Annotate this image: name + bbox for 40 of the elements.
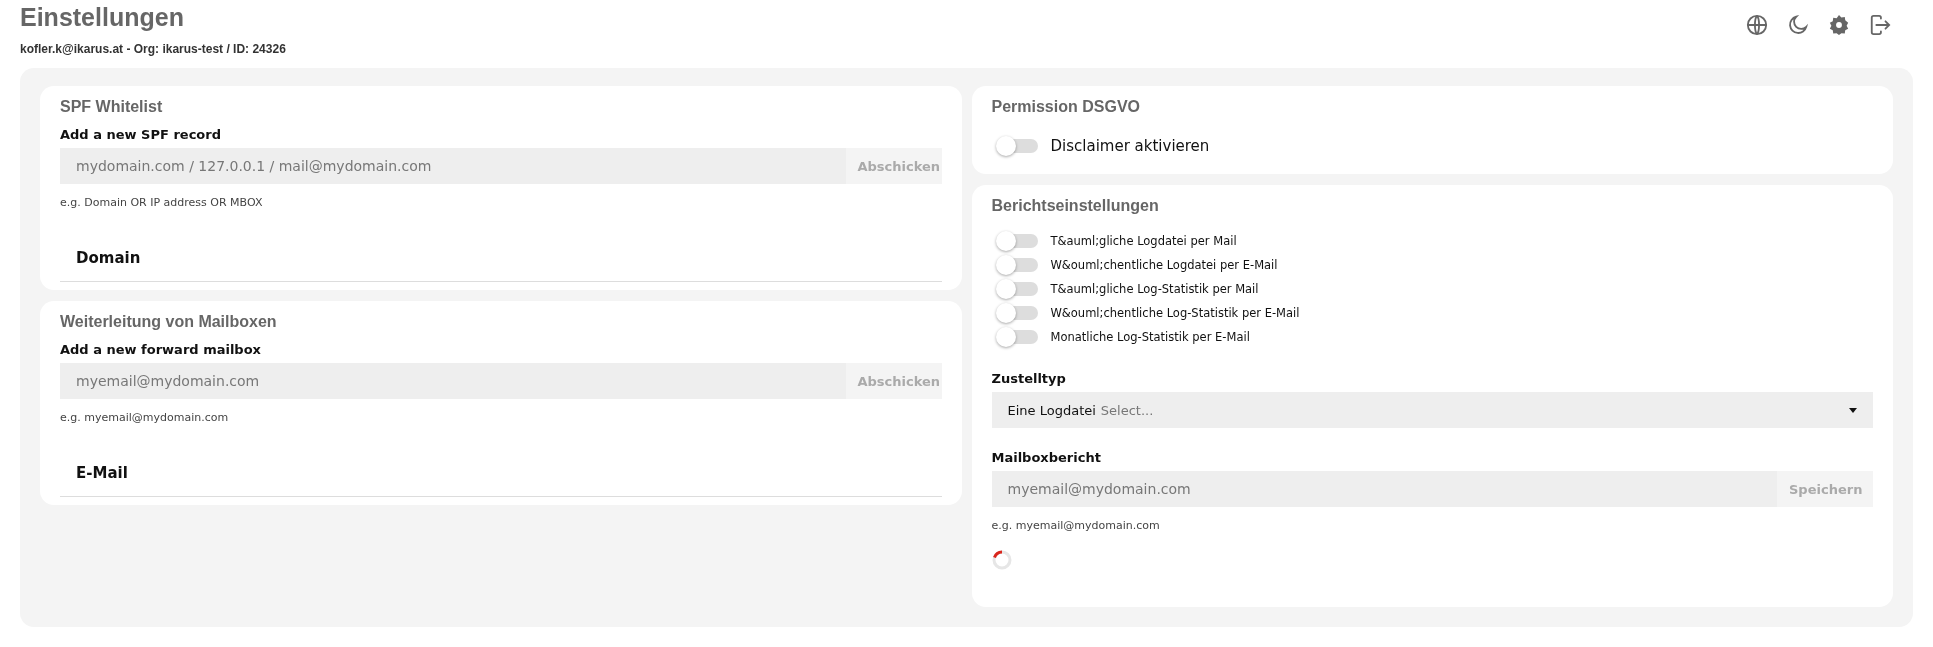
field-label: Add a new SPF record — [60, 127, 222, 142]
input-field[interactable]: myemail@mydomain.com — [60, 363, 846, 399]
page-title: Einstellungen — [20, 3, 185, 32]
field-hint: e.g. Domain OR IP address OR MBOX — [60, 196, 264, 209]
toggle-label: T&auml;gliche Logdatei per Mail — [1050, 234, 1237, 248]
toggle-label: W&ouml;chentliche Logdatei per E-Mail — [1050, 258, 1278, 272]
field-label: Zustelltyp — [991, 371, 1067, 386]
toggle-label: T&auml;gliche Log-Statistik per Mail — [1050, 282, 1259, 296]
account-info: kofler.k@ikarus.at - Org: ikarus-test / ID: 24326 — [20, 42, 286, 56]
submit-button[interactable]: Abschicken — [845, 363, 942, 399]
field-label: Mailboxbericht — [991, 450, 1102, 465]
globe-icon[interactable] — [1746, 14, 1768, 36]
field-hint: e.g. myemail@mydomain.com — [60, 411, 230, 424]
column-header: E-Mail — [76, 464, 128, 482]
input-field[interactable]: mydomain.com / 127.0.0.1 / mail@mydomain.com — [60, 148, 846, 184]
submit-button[interactable]: Abschicken — [845, 148, 942, 184]
field-label: Add a new forward mailbox — [60, 342, 262, 357]
loading-spinner-icon — [991, 550, 1012, 570]
toggle-label: Monatliche Log-Statistik per E-Mail — [1050, 330, 1250, 344]
toggle-switch[interactable] — [997, 234, 1038, 248]
delivery-type-select[interactable]: Eine Logdatei Select... — [991, 392, 1873, 428]
toggle-label: W&ouml;chentliche Log-Statistik per E-Mail — [1050, 306, 1300, 320]
card-title: Weiterleitung von Mailboxen — [60, 313, 278, 331]
toggle-switch[interactable] — [997, 139, 1038, 153]
toggle-switch[interactable] — [997, 282, 1038, 296]
toggle-switch[interactable] — [997, 258, 1038, 272]
toggle-switch[interactable] — [997, 330, 1038, 344]
toggle-switch[interactable] — [997, 306, 1038, 320]
card-title: Berichtseinstellungen — [991, 197, 1160, 215]
settings-icon[interactable] — [1828, 14, 1850, 36]
card-title: SPF Whitelist — [60, 98, 164, 116]
input-field[interactable]: myemail@mydomain.com — [991, 471, 1777, 507]
caret-icon — [1849, 407, 1857, 413]
save-button[interactable]: Speichern — [1777, 471, 1873, 507]
moon-icon[interactable] — [1787, 14, 1809, 36]
toggle-label: Disclaimer aktivieren — [1050, 137, 1210, 155]
card-title: Permission DSGVO — [991, 98, 1141, 116]
column-header: Domain — [76, 249, 141, 267]
field-hint: e.g. myemail@mydomain.com — [991, 519, 1161, 532]
logout-icon[interactable] — [1869, 14, 1891, 36]
